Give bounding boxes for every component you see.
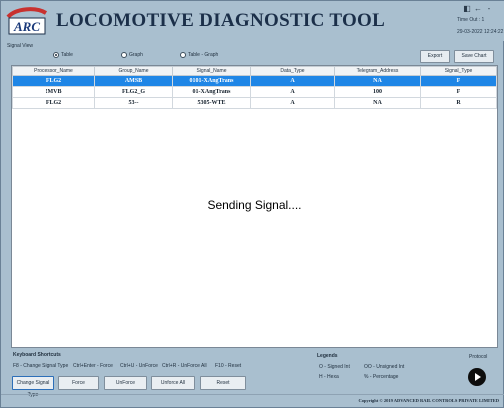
table-row[interactable]: FLG2 AMSB 0101-XAngTrans A NA F [12,75,497,87]
table-cell: FLG2 [12,97,95,109]
column-header[interactable]: Telegram_Address [334,66,421,76]
radio-selected-icon [53,52,59,58]
play-icon[interactable] [468,368,486,386]
shortcut-item: Ctrl+R - UnForce All [162,363,207,369]
arc-logo: ARC [6,7,48,35]
signal-view-label: Signal View [7,43,34,49]
radio-table-graph-label: Table - Graph [188,52,219,58]
radio-graph[interactable]: Graph [121,52,143,58]
app-title: LOCOMOTIVE DIAGNOSTIC TOOL [56,10,386,31]
shortcut-item: Ctrl+U - UnForce [120,363,158,369]
shortcut-item: Ctrl+Enter - Force [73,363,113,369]
table-cell: NA [334,97,421,109]
legend-item: OO - Unsigned Int [364,364,405,370]
restore-icon[interactable]: ◧ [462,3,472,14]
table-cell: 01-XAngTrans [172,86,251,98]
table-cell: FLG2_G [94,86,173,98]
table-cell: FLG2 [12,75,95,87]
svg-text:ARC: ARC [13,19,40,34]
protocol-label: Protocol [469,354,488,360]
column-header[interactable]: Group_Name [94,66,173,76]
copyright-text: Copyright © 2019 ADVANCED RAIL CONTROLS … [358,398,499,403]
radio-table[interactable]: Table [53,52,73,58]
column-header[interactable]: Processor_Name [12,66,95,76]
unforce-button[interactable]: UnForce [104,376,147,390]
shortcut-item: F10 - Reset [215,363,242,369]
table-cell: 53-- [94,97,173,109]
table-cell: F [420,75,497,87]
footer-bar: Copyright © 2019 ADVANCED RAIL CONTROLS … [1,394,504,408]
datetime-label: 29-03-2022 12:24:22 [457,29,504,35]
table-cell: 0101-XAngTrans [172,75,251,87]
export-button[interactable]: Export [420,50,450,63]
save-chart-button[interactable]: Save Chart [454,50,494,63]
radio-table-graph[interactable]: Table - Graph [180,52,218,58]
unforce-all-button[interactable]: Unforce All [151,376,195,390]
legend-item: H - Hexa [319,374,339,380]
shortcuts-title: Keyboard Shortcuts [13,352,61,358]
timeout-label: Time Out : 1 [457,17,485,23]
minimize-icon[interactable]: - [484,3,494,14]
change-signal-type-button[interactable]: Change Signal Type [12,376,54,398]
table-cell: R [420,97,497,109]
legend-item: O - Signed Int [319,364,350,370]
app-window: ARC LOCOMOTIVE DIAGNOSTIC TOOL ◧ ← - Tim… [0,0,504,408]
table-cell: A [250,97,335,109]
force-button[interactable]: Force [58,376,99,390]
shortcut-item: F8 - Change Signal Type [13,363,69,369]
table-cell: F [420,86,497,98]
table-cell: 5305-WTE [172,97,251,109]
table-cell: !MVB [12,86,95,98]
reset-button[interactable]: Reset [200,376,246,390]
table-row[interactable]: !MVB FLG2_G 01-XAngTrans A 100 F [12,86,497,98]
column-header[interactable]: Signal_Name [172,66,251,76]
table-cell: A [250,86,335,98]
table-cell: NA [334,75,421,87]
table-cell: 100 [334,86,421,98]
legends-title: Legends [317,353,338,359]
signal-table: Processor_Name Group_Name Signal_Name Da… [11,65,498,348]
column-header[interactable]: Data_Type [250,66,335,76]
table-cell: AMSB [94,75,173,87]
back-icon[interactable]: ← [473,3,483,14]
header-bar: ARC LOCOMOTIVE DIAGNOSTIC TOOL ◧ ← - Tim… [1,1,504,41]
table-row[interactable]: FLG2 53-- 5305-WTE A NA R [12,97,497,109]
column-header[interactable]: Signal_Type [420,66,497,76]
radio-graph-label: Graph [129,52,143,58]
status-message: Sending Signal.... [207,198,302,212]
radio-unselected-icon [121,52,127,58]
radio-table-label: Table [61,52,73,58]
table-cell: A [250,75,335,87]
legend-item: % - Percentage [364,374,399,380]
radio-unselected-icon [180,52,186,58]
